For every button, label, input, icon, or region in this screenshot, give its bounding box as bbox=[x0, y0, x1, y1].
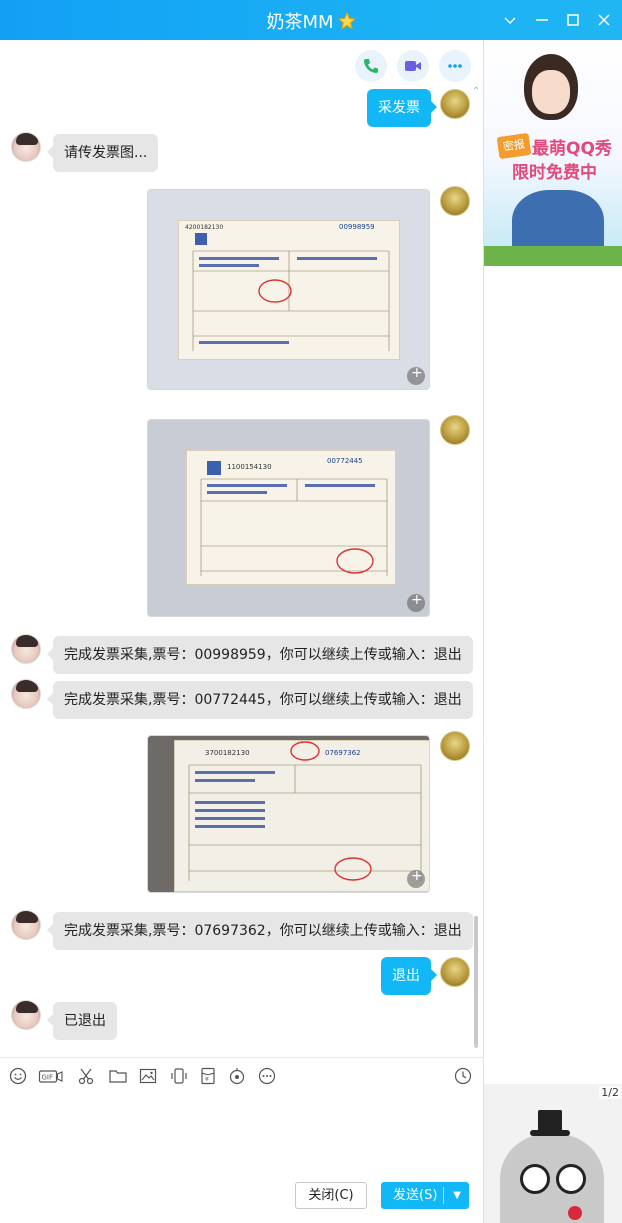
cat-hat-brim bbox=[530, 1130, 570, 1136]
message-text: 请传发票图... bbox=[64, 145, 148, 161]
side-panel: 密报 最萌QQ秀 限时免费中 1/2 bbox=[483, 40, 622, 1223]
zoom-icon[interactable] bbox=[407, 592, 425, 612]
contact-avatar[interactable] bbox=[11, 910, 41, 940]
contact-avatar[interactable] bbox=[11, 132, 41, 162]
scissors-icon[interactable] bbox=[76, 1066, 96, 1086]
scroll-down-icon[interactable]: ⌄ bbox=[472, 1040, 480, 1051]
invoice-image[interactable]: 3700182130 07697362 bbox=[147, 735, 430, 893]
video-icon bbox=[405, 61, 421, 71]
ad-ground bbox=[484, 246, 622, 266]
zoom-icon[interactable] bbox=[407, 868, 425, 888]
more-icon bbox=[448, 64, 462, 68]
message-text: 退出 bbox=[392, 968, 420, 984]
cat-body bbox=[500, 1134, 604, 1223]
invoice-paper: 1100154130 00772445 bbox=[186, 450, 396, 585]
invoice-number: 00772445 bbox=[327, 457, 363, 465]
emoji-icon[interactable] bbox=[8, 1066, 28, 1086]
video-call-button[interactable] bbox=[397, 50, 429, 82]
image-icon[interactable] bbox=[138, 1066, 158, 1086]
gif-icon[interactable]: GIF bbox=[38, 1066, 64, 1086]
ad-line2: 限时免费中 bbox=[512, 163, 597, 183]
scroll-thumb[interactable] bbox=[474, 916, 478, 1046]
invoice-code: 4200182130 bbox=[185, 224, 223, 231]
zoom-icon[interactable] bbox=[407, 365, 425, 385]
my-avatar[interactable] bbox=[440, 957, 470, 987]
voice-call-button[interactable] bbox=[355, 50, 387, 82]
send-divider bbox=[443, 1187, 444, 1204]
invoice-paper: 3700182130 07697362 bbox=[174, 740, 429, 892]
message-incoming[interactable]: 完成发票采集,票号：00998959，你可以继续上传或输入：退出 bbox=[47, 636, 473, 674]
invoice-image[interactable]: 1100154130 00772445 bbox=[147, 419, 430, 617]
ad-line1: 最萌QQ秀 bbox=[532, 139, 612, 159]
cat-eye bbox=[556, 1164, 586, 1194]
history-clock-icon[interactable] bbox=[453, 1066, 473, 1086]
input-toolbar: GIF ¥ bbox=[0, 1057, 483, 1093]
chat-scrollbar[interactable]: ⌃ ⌄ bbox=[472, 86, 480, 1051]
minimize-icon[interactable] bbox=[532, 10, 552, 30]
invoice-code: 1100154130 bbox=[227, 463, 272, 471]
message-text: 已退出 bbox=[64, 1013, 106, 1029]
message-outgoing[interactable]: 采发票 bbox=[367, 89, 437, 127]
contact-name: 奶茶MM bbox=[266, 12, 334, 33]
message-incoming[interactable]: 完成发票采集,票号：07697362，你可以继续上传或输入：退出 bbox=[47, 912, 473, 950]
my-avatar[interactable] bbox=[440, 731, 470, 761]
title-bar: 奶茶MM bbox=[0, 0, 622, 40]
invoice-number: 07697362 bbox=[325, 749, 361, 757]
sticker-panel[interactable]: 1/2 bbox=[484, 1084, 622, 1223]
message-incoming[interactable]: 已退出 bbox=[47, 1002, 117, 1040]
svg-text:¥: ¥ bbox=[205, 1076, 209, 1083]
invoice-code: 3700182130 bbox=[205, 749, 250, 757]
dropdown-window-icon[interactable] bbox=[500, 10, 520, 30]
shake-icon[interactable] bbox=[169, 1066, 189, 1086]
chevron-down-icon[interactable]: ▼ bbox=[453, 1183, 461, 1208]
close-window-icon[interactable] bbox=[594, 10, 614, 30]
red-packet-icon[interactable]: ¥ bbox=[198, 1066, 218, 1086]
close-button[interactable]: 关闭(C) bbox=[295, 1182, 367, 1209]
message-text: 完成发票采集,票号：07697362，你可以继续上传或输入：退出 bbox=[64, 923, 462, 939]
message-text: 采发票 bbox=[378, 100, 420, 116]
contact-avatar[interactable] bbox=[11, 1000, 41, 1030]
message-text: 完成发票采集,票号：00772445，你可以继续上传或输入：退出 bbox=[64, 692, 462, 708]
message-text: 完成发票采集,票号：00998959，你可以继续上传或输入：退出 bbox=[64, 647, 462, 663]
close-button-label: 关闭(C) bbox=[308, 1188, 354, 1203]
folder-icon[interactable] bbox=[108, 1066, 128, 1086]
cat-eye bbox=[520, 1164, 550, 1194]
message-outgoing[interactable]: 退出 bbox=[381, 957, 437, 995]
svg-text:GIF: GIF bbox=[42, 1074, 54, 1082]
star-badge-icon bbox=[337, 11, 356, 30]
invoice-paper: 4200182130 00998959 bbox=[178, 220, 400, 360]
more-tools-icon[interactable] bbox=[257, 1066, 277, 1086]
ad-girl-face bbox=[532, 70, 570, 114]
cat-hat bbox=[538, 1110, 562, 1132]
send-button[interactable]: 发送(S) ▼ bbox=[381, 1182, 469, 1209]
music-icon[interactable] bbox=[227, 1066, 247, 1086]
invoice-image[interactable]: 4200182130 00998959 bbox=[147, 189, 430, 390]
invoice-number: 00998959 bbox=[339, 223, 375, 231]
window-title: 奶茶MM bbox=[0, 8, 622, 34]
ad-tag: 密报 bbox=[496, 132, 532, 160]
my-avatar[interactable] bbox=[440, 415, 470, 445]
sticker-page-indicator: 1/2 bbox=[599, 1086, 621, 1099]
rose-icon bbox=[568, 1206, 582, 1220]
phone-icon bbox=[364, 59, 378, 73]
send-button-label: 发送(S) bbox=[393, 1188, 438, 1203]
scroll-up-icon[interactable]: ⌃ bbox=[472, 86, 480, 97]
my-avatar[interactable] bbox=[440, 186, 470, 216]
message-incoming[interactable]: 请传发票图... bbox=[46, 134, 159, 172]
maximize-icon[interactable] bbox=[563, 10, 583, 30]
message-incoming[interactable]: 完成发票采集,票号：00772445，你可以继续上传或输入：退出 bbox=[47, 681, 473, 719]
qq-show-ad[interactable]: 密报 最萌QQ秀 限时免费中 bbox=[484, 40, 622, 266]
my-avatar[interactable] bbox=[440, 89, 470, 119]
contact-avatar[interactable] bbox=[11, 679, 41, 709]
more-options-button[interactable] bbox=[439, 50, 471, 82]
contact-avatar[interactable] bbox=[11, 634, 41, 664]
